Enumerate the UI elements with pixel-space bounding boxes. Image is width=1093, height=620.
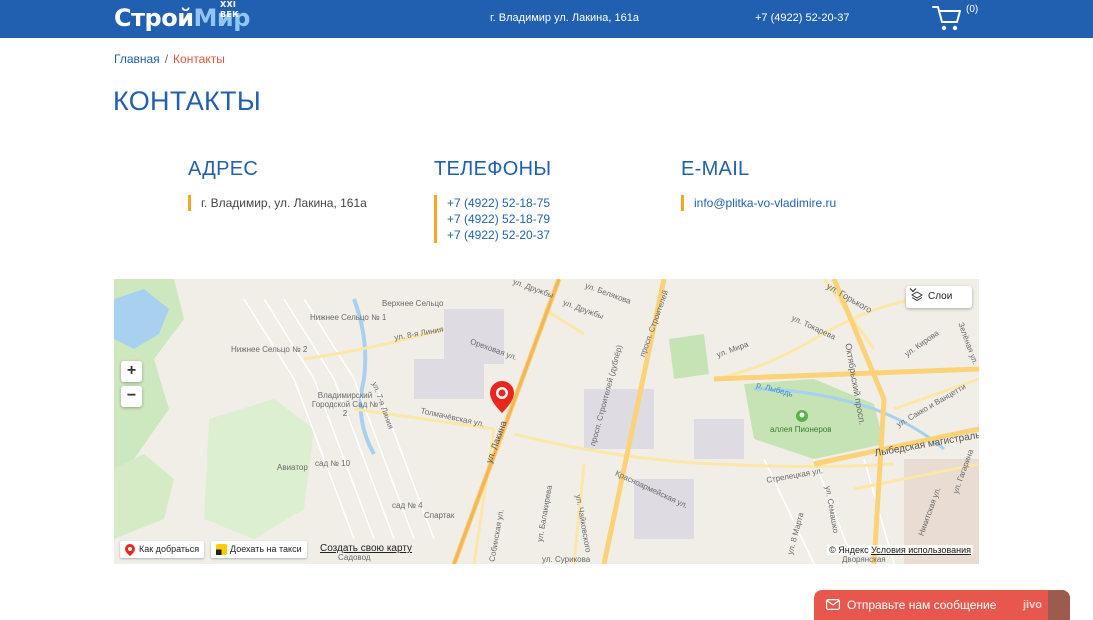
map-label: Верхнее Сельцо bbox=[382, 299, 444, 308]
map-label: сад № 10 bbox=[315, 459, 351, 468]
map-copyright: © Яндекс Условия использования bbox=[827, 545, 973, 555]
header-phone[interactable]: +7 (4922) 52-20-37 bbox=[755, 12, 849, 24]
logo-text-part1: Строй bbox=[114, 4, 194, 32]
map-label: ул. Сурикова bbox=[542, 555, 591, 564]
address-section: АДРЕС г. Владимир, ул. Лакина, 161а bbox=[188, 158, 388, 211]
layers-label: Слои bbox=[928, 291, 953, 302]
map-label: Авиатор bbox=[277, 463, 308, 472]
phone-link[interactable]: +7 (4922) 52-18-75 bbox=[447, 195, 634, 211]
email-section: E-MAIL info@plitka-vo-vladimire.ru bbox=[681, 158, 881, 211]
cart-count-badge: (0) bbox=[966, 4, 979, 15]
phones-section: ТЕЛЕФОНЫ +7 (4922) 52-18-75 +7 (4922) 52… bbox=[434, 158, 634, 243]
terms-link[interactable]: Условия использования bbox=[871, 545, 971, 555]
breadcrumb-current: Контакты bbox=[173, 52, 225, 66]
email-title: E-MAIL bbox=[681, 158, 750, 180]
chevron-down-icon bbox=[909, 288, 917, 293]
logo-superscript: XXI ВЕК bbox=[220, 0, 240, 19]
map-label: Дворянская bbox=[842, 555, 886, 564]
cart-icon[interactable] bbox=[932, 4, 962, 32]
taxi-label: Доехать на такси bbox=[230, 544, 302, 554]
breadcrumb: Главная / Контакты bbox=[114, 52, 225, 66]
map-label: сад № 4 bbox=[392, 501, 423, 510]
phone-link[interactable]: +7 (4922) 52-18-79 bbox=[447, 211, 634, 227]
site-header: СтройМир XXI ВЕК г. Владимир ул. Лакина,… bbox=[0, 0, 1093, 38]
chat-brand: jivo bbox=[1023, 599, 1042, 611]
zoom-out-button[interactable]: − bbox=[121, 386, 142, 407]
envelope-icon bbox=[826, 599, 840, 610]
email-body: info@plitka-vo-vladimire.ru bbox=[681, 195, 881, 211]
map-label: Нижнее Сельцо № 2 bbox=[231, 345, 308, 354]
phones-title: ТЕЛЕФОНЫ bbox=[434, 158, 552, 180]
copyright-text: © Яндекс bbox=[829, 545, 869, 555]
breadcrumb-home-link[interactable]: Главная bbox=[114, 52, 160, 66]
site-logo[interactable]: СтройМир XXI ВЕК bbox=[114, 0, 250, 36]
create-map-link[interactable]: Создать свою карту bbox=[320, 543, 412, 554]
chat-widget-button[interactable]: Отправьте нам сообщение jivo bbox=[814, 590, 1070, 620]
breadcrumb-separator: / bbox=[164, 52, 169, 66]
chat-corner bbox=[1048, 590, 1070, 620]
email-link[interactable]: info@plitka-vo-vladimire.ru bbox=[694, 195, 881, 211]
map-label: Нижнее Сельцо № 1 bbox=[310, 313, 387, 322]
taxi-icon bbox=[216, 544, 227, 555]
map-label: Владимирский Городской Сад № 2 bbox=[311, 391, 379, 418]
address-title: АДРЕС bbox=[188, 158, 259, 180]
address-text: г. Владимир, ул. Лакина, 161а bbox=[188, 195, 388, 211]
map-label: аллея Пионеров bbox=[770, 425, 832, 434]
map-label: Садовод bbox=[338, 553, 371, 562]
layers-button[interactable]: Слои bbox=[906, 286, 972, 308]
chat-label: Отправьте нам сообщение bbox=[847, 598, 997, 612]
header-address: г. Владимир ул. Лакина, 161а bbox=[490, 12, 639, 24]
phone-link[interactable]: +7 (4922) 52-20-37 bbox=[447, 227, 634, 243]
map-pin-icon bbox=[125, 544, 135, 556]
zoom-in-button[interactable]: + bbox=[121, 361, 142, 382]
map-label: Спартак bbox=[424, 511, 455, 520]
route-button[interactable]: Как добраться bbox=[120, 541, 205, 558]
phones-list: +7 (4922) 52-18-75 +7 (4922) 52-18-79 +7… bbox=[434, 195, 634, 243]
page-title: КОНТАКТЫ bbox=[113, 86, 262, 116]
taxi-button[interactable]: Доехать на такси bbox=[211, 541, 307, 558]
route-label: Как добраться bbox=[139, 544, 200, 554]
yandex-map[interactable]: Верхнее Сельцо Нижнее Сельцо № 1 Нижнее … bbox=[114, 279, 979, 564]
